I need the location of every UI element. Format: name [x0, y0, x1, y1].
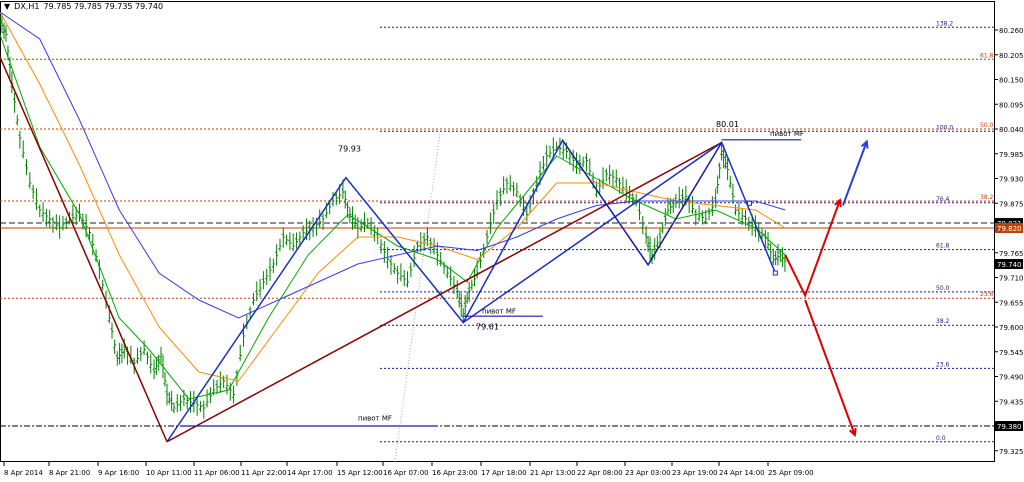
y-tick-label: 80.150	[999, 77, 1024, 85]
annotation-label: 79.93	[338, 145, 361, 154]
x-tick-label: 8 Apr 21:00	[49, 469, 90, 477]
y-tick-label: 80.040	[999, 126, 1024, 134]
fib-level-label: 61.8	[980, 52, 994, 59]
channel-line	[462, 141, 723, 324]
pivot-label: пивот MF	[770, 130, 804, 138]
y-tick-label: 79.655	[999, 299, 1024, 307]
y-tick-label: 80.095	[999, 101, 1024, 109]
trend-line-down	[0, 56, 168, 443]
pattern-marker	[746, 200, 752, 206]
forecast-arrow-up	[784, 199, 841, 299]
x-tick-label: 16 Apr 23:00	[432, 469, 478, 477]
forecast-arrow-blue	[841, 141, 868, 206]
y-tick-label: 79.930	[999, 176, 1024, 184]
fib-level-label: 138.2	[936, 20, 953, 27]
fib-level-label: 50.0	[980, 122, 994, 129]
fib-level-label: 23.6	[980, 291, 994, 298]
y-tick-label: 79.875	[999, 200, 1024, 208]
y-tick-label: 79.545	[999, 349, 1024, 357]
fib-level-label: 38.2	[980, 194, 994, 201]
y-tick-label: 79.765	[999, 250, 1024, 258]
moving-average-line	[0, 11, 786, 319]
x-tick-label: 16 Apr 07:00	[383, 469, 429, 477]
x-tick-label: 23 Apr 19:00	[672, 469, 718, 477]
pattern-marker	[772, 270, 778, 276]
trend-line-up	[166, 141, 723, 443]
fib-level-label: 23.6	[936, 361, 950, 368]
fib-level-label: 38.2	[936, 318, 950, 325]
price-chart[interactable]: 80.260 80.205 80.150 80.095 80.040 79.985 79.9…	[0, 0, 1024, 482]
y-tick-label: 79.985	[999, 151, 1024, 159]
pivot-label: пивот MF	[358, 415, 392, 423]
y-tick-label: 79.490	[999, 374, 1024, 382]
x-tick-label: 15 Apr 12:00	[337, 469, 383, 477]
x-tick-label: 8 Apr 2014	[4, 469, 43, 477]
x-tick-label: 22 Apr 08:00	[577, 469, 623, 477]
zigzag-pattern	[166, 138, 777, 443]
y-tick-label: 80.260	[999, 27, 1024, 35]
price-tag-label: 79.820	[997, 225, 1022, 233]
fib-level-label: 0.0	[936, 435, 946, 442]
fib-level-label: 76.4	[936, 196, 950, 203]
y-tick-label: 79.435	[999, 398, 1024, 406]
x-tick-label: 21 Apr 13:00	[530, 469, 576, 477]
moving-average-line	[0, 34, 786, 400]
x-tick-label: 11 Apr 06:00	[194, 469, 240, 477]
forecast-arrow-down	[804, 299, 856, 436]
price-tag-label: 79.380	[997, 423, 1022, 431]
plot-frame	[0, 1, 995, 462]
x-tick-label: 14 Apr 17:00	[287, 469, 333, 477]
x-tick-label: 9 Apr 16:00	[98, 469, 139, 477]
y-tick-label: 79.600	[999, 324, 1024, 332]
annotation-label: 79.61	[476, 322, 499, 331]
current-price-label: 79.740	[997, 261, 1022, 269]
chart-window: ▼ DX,H1 79.785 79.785 79.735 79.740 80.260…	[0, 0, 1024, 482]
pivot-label: пивот MF	[482, 308, 516, 316]
fib-level-label: 100.0	[936, 124, 953, 131]
fib-level-label: 50.0	[936, 285, 950, 292]
x-tick-label: 24 Apr 14:00	[719, 469, 765, 477]
y-tick-label: 79.710	[999, 275, 1024, 283]
y-tick-label: 80.205	[999, 52, 1024, 60]
x-tick-label: 23 Apr 03:00	[625, 469, 671, 477]
fib-level-label: 61.8	[936, 243, 950, 250]
x-tick-label: 11 Apr 22:00	[241, 469, 287, 477]
x-tick-label: 25 Apr 09:00	[768, 469, 814, 477]
pattern-leg	[647, 142, 723, 266]
x-tick-label: 17 Apr 18:00	[481, 469, 527, 477]
annotation-label: 80.01	[716, 120, 739, 129]
x-tick-label: 10 Apr 11:00	[146, 469, 192, 477]
y-tick-label: 79.325	[999, 448, 1024, 456]
